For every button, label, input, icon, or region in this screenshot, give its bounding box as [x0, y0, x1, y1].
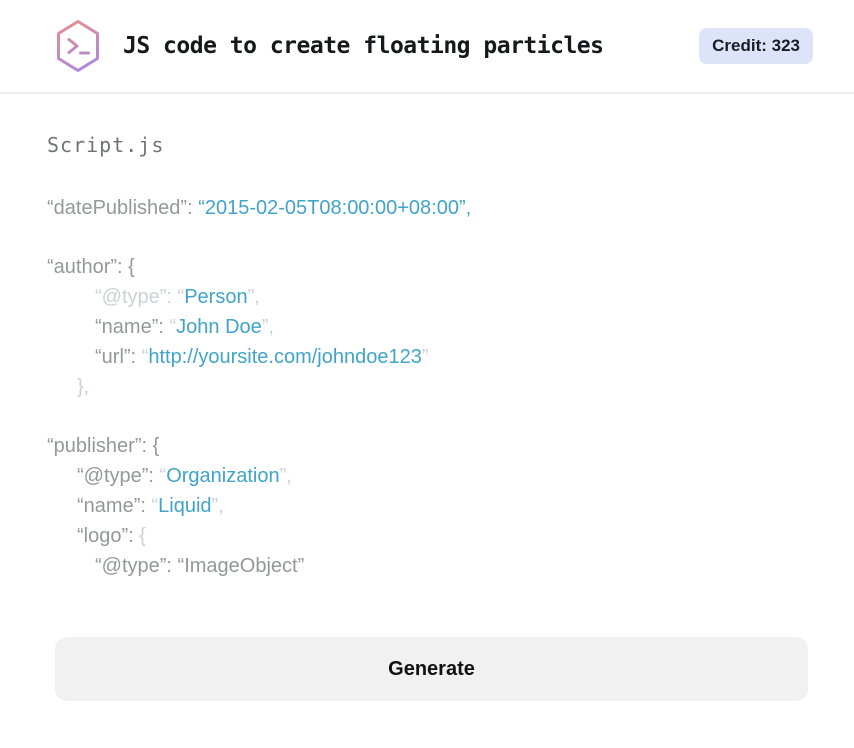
- code-token: ”,: [211, 495, 224, 517]
- code-line: “@type”: “ImageObject”: [47, 551, 808, 581]
- code-token: “@type”: “: [95, 286, 185, 308]
- content-area: Script.js “datePublished”: “2015-02-05T0…: [0, 94, 854, 701]
- code-line: “logo”: {: [47, 521, 808, 551]
- code-token: “url”:: [95, 346, 142, 368]
- code-token: “logo”:: [77, 525, 140, 547]
- code-token: “@type”: “ImageObject”: [95, 555, 305, 577]
- code-token: ”,: [261, 316, 274, 338]
- code-value: http://yoursite.com/johndoe123: [148, 346, 422, 368]
- code-token: “publisher”: {: [47, 435, 160, 457]
- code-line: “@type”: “Organization”,: [47, 461, 808, 491]
- code-line: },: [47, 372, 808, 402]
- code-line: “publisher”: {: [47, 431, 808, 461]
- code-value: John Doe: [176, 316, 262, 338]
- terminal-prompt-hexagon-icon: [57, 20, 99, 72]
- file-name-label: Script.js: [47, 133, 165, 157]
- code-value: Liquid: [158, 495, 212, 517]
- credit-badge: Credit: 323: [699, 28, 813, 64]
- code-line: “@type”: “Person”,: [47, 282, 808, 312]
- generate-button[interactable]: Generate: [55, 637, 808, 701]
- code-token: “datePublished”:: [47, 197, 199, 219]
- app-logo: [55, 19, 101, 73]
- code-block: “datePublished”: “2015-02-05T08:00:00+08…: [47, 193, 808, 581]
- code-token: “name”:: [95, 316, 170, 338]
- code-value: Organization: [166, 465, 280, 487]
- code-token: “@type”:: [77, 465, 160, 487]
- code-line: “datePublished”: “2015-02-05T08:00:00+08…: [47, 193, 808, 223]
- code-token: ”,: [279, 465, 292, 487]
- code-line: “url”: “http://yoursite.com/johndoe123”: [47, 342, 808, 372]
- code-token: ”: [421, 346, 429, 368]
- code-line: “name”: “Liquid”,: [47, 491, 808, 521]
- page-title: JS code to create floating particles: [123, 33, 604, 59]
- code-token: ”,: [247, 286, 260, 308]
- code-value: “2015-02-05T08:00:00+08:00”,: [198, 197, 472, 219]
- code-line: “name”: “John Doe”,: [47, 312, 808, 342]
- code-token: “name”:: [77, 495, 152, 517]
- code-token: },: [77, 376, 90, 398]
- code-line: “author”: {: [47, 252, 808, 282]
- code-value: Person: [184, 286, 248, 308]
- app-header: JS code to create floating particles Cre…: [0, 0, 854, 94]
- code-token: {: [139, 525, 146, 547]
- code-token: “author”: {: [47, 256, 135, 278]
